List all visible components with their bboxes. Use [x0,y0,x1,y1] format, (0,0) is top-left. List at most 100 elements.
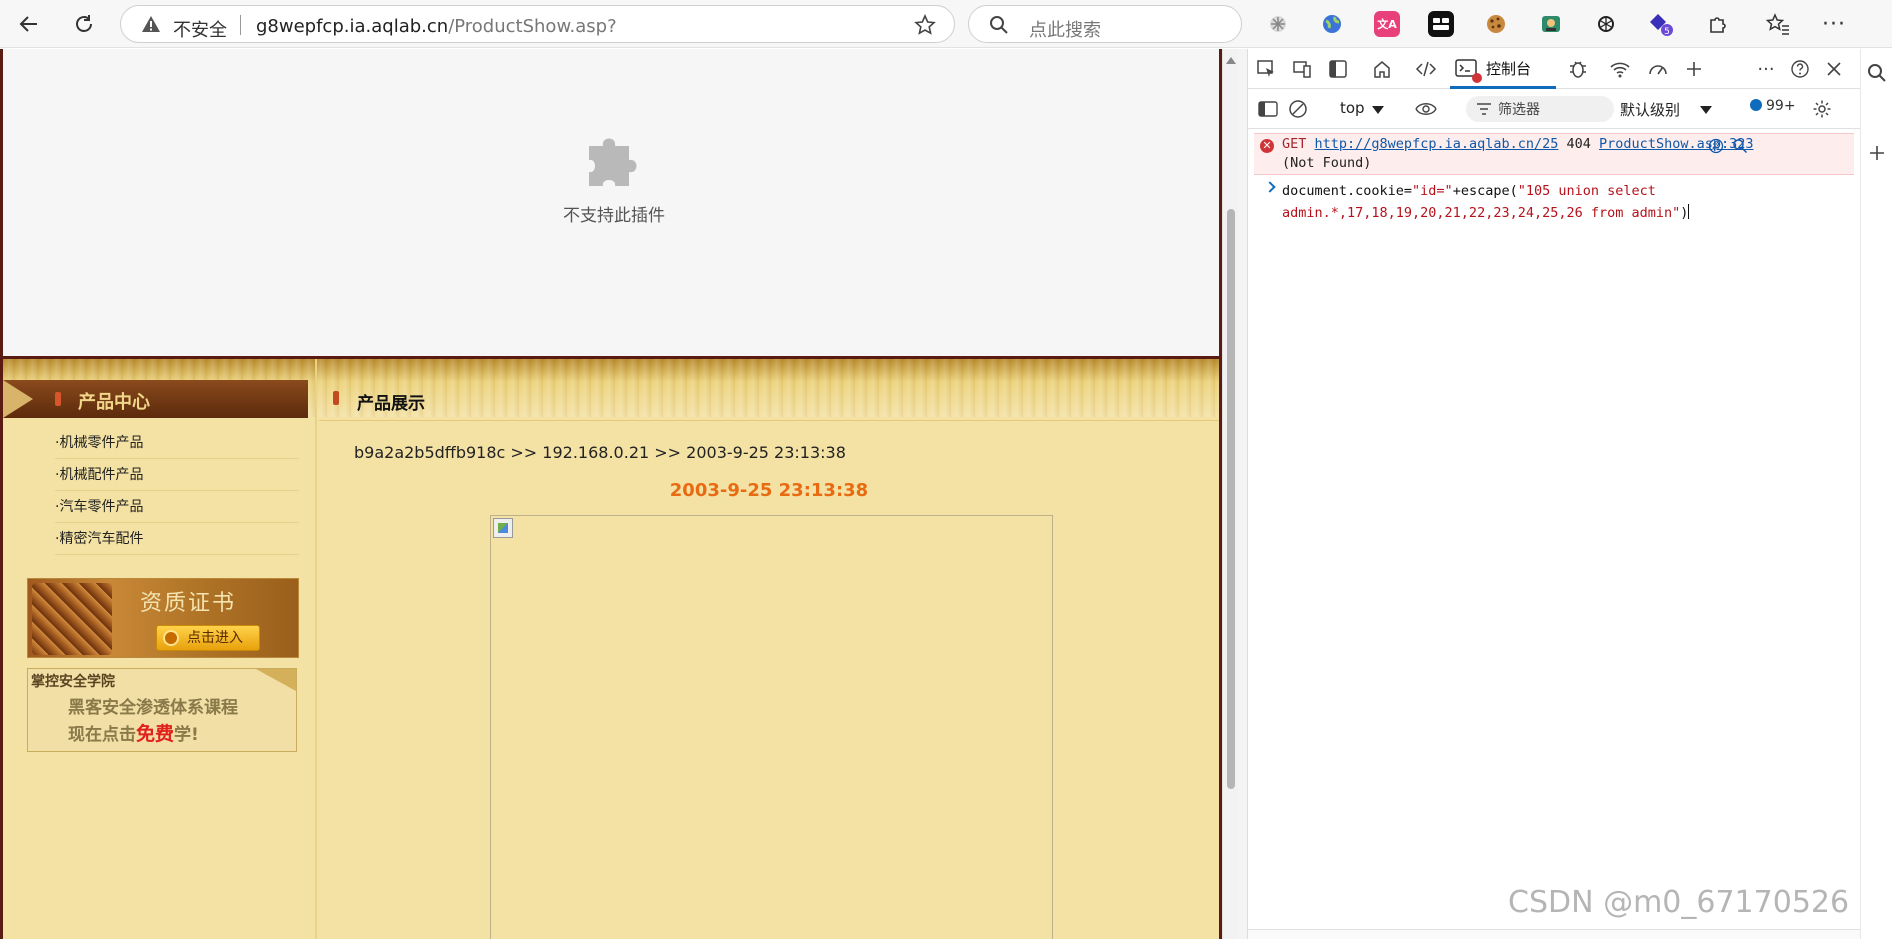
arrow-decoration-icon [3,380,33,418]
tab-console[interactable]: 控制台 [1450,49,1556,89]
message-count: 99+ [1766,98,1796,114]
network-info-icon[interactable] [1704,134,1728,158]
level-caret-icon[interactable] [1700,106,1712,114]
log-level-selector[interactable]: 默认级别 [1620,99,1680,120]
page-scrollbar[interactable] [1222,49,1238,939]
cmd-part2: +escape( [1452,183,1518,199]
error-status: 404 [1566,136,1591,152]
add-tool-plus-icon[interactable] [1682,57,1706,81]
openai-extension-icon[interactable] [1593,11,1619,37]
help-icon[interactable] [1788,57,1812,81]
devtools-splitter[interactable] [1238,49,1248,939]
globe-extension-icon[interactable] [1319,11,1345,37]
ad-free-line: 现在点击免费学! [68,719,199,746]
search-icon [989,15,1009,39]
plugin-puzzle-icon [589,138,637,186]
csdn-watermark: CSDN @m0_67170526 [1508,885,1850,920]
scroll-up-arrow-icon[interactable] [1226,57,1236,64]
context-selector[interactable]: top [1340,99,1365,117]
snowflake-extension-icon[interactable] [1265,11,1291,37]
play-dot-icon [163,630,179,646]
translate-extension-icon[interactable]: 文A [1374,11,1400,37]
cmd-string1: "id=" [1412,183,1453,199]
search-message-icon[interactable] [1728,134,1752,158]
warning-icon[interactable] [141,15,161,37]
sidebar-add-icon[interactable] [1865,141,1889,165]
search-placeholder: 点此搜索 [1029,20,1101,41]
ad-corner-decoration [256,669,296,691]
product-image-frame [490,515,1053,939]
welcome-home-icon[interactable] [1370,57,1394,81]
academy-ad-banner[interactable]: 掌控安全学院 黑客安全渗透体系课程 现在点击免费学! [27,668,297,752]
product-site: 产品中心 ·机械零件产品 ·机械配件产品 ·汽车零件产品 ·精密汽车配件 资质证… [0,359,1222,939]
prompt-chevron-icon [1264,181,1276,193]
certificate-banner[interactable]: 资质证书 点击进入 [27,578,299,658]
gem-extension-icon[interactable]: 5 [1648,11,1674,37]
console-settings-gear-icon[interactable] [1810,97,1834,121]
header-mark-icon [55,392,61,406]
unsupported-plugin-area: 不支持此插件 [0,49,1222,359]
extensions-puzzle-icon[interactable] [1705,11,1731,37]
category-item[interactable]: ·机械零件产品 [55,427,299,459]
devtools-more-icon[interactable]: ··· [1754,57,1778,81]
reader-extension-icon[interactable] [1538,11,1564,37]
close-devtools-icon[interactable] [1822,57,1846,81]
product-main: 产品展示 b9a2a2b5dffb918c >> 192.168.0.21 >>… [319,359,1219,939]
console-command-entry[interactable]: document.cookie="id="+escape("105 union … [1254,181,1854,229]
product-date-title: 2003-9-25 23:13:38 [669,480,869,501]
live-expression-eye-icon[interactable] [1414,97,1438,121]
performance-gauge-icon[interactable] [1646,57,1670,81]
message-count-badge[interactable]: 99+ [1750,98,1796,114]
favorite-star-icon[interactable] [914,14,936,40]
category-item[interactable]: ·机械配件产品 [55,459,299,491]
url-text[interactable]: g8wepfcp.ia.aqlab.cn/ProductShow.asp? [256,16,617,37]
cmd-string2b: admin.*,17,18,19,20,21,22,23,24,25,26 fr… [1282,205,1681,221]
console-toolbar: top 筛选器 默认级别 99+ [1248,89,1860,129]
context-caret-icon[interactable] [1372,106,1384,114]
console-error-dot-icon [1472,73,1482,83]
category-item[interactable]: ·汽车零件产品 [55,491,299,523]
header-mark-icon [333,391,339,405]
product-show-title: 产品展示 [357,394,425,414]
category-list: ·机械零件产品 ·机械配件产品 ·汽车零件产品 ·精密汽车配件 [55,427,299,555]
console-tab-label: 控制台 [1486,60,1532,78]
favorites-icon[interactable] [1765,11,1791,37]
error-url-link[interactable]: http://g8wepfcp.ia.aqlab.cn/25 [1315,136,1559,152]
devtools-bottom-bar [1248,929,1860,939]
back-button[interactable] [14,9,44,39]
product-show-header: 产品展示 [319,387,1219,421]
url-path: /ProductShow.asp? [448,16,617,37]
ad-course-line: 黑客安全渗透体系课程 [68,698,238,718]
browser-sidebar [1860,49,1892,939]
scrollbar-thumb[interactable] [1227,209,1235,789]
elements-code-icon[interactable] [1414,57,1438,81]
sources-bug-icon[interactable] [1566,57,1590,81]
message-bubble-icon [1750,99,1762,111]
product-info-line: b9a2a2b5dffb918c >> 192.168.0.21 >> 2003… [354,443,846,462]
tab-manager-extension-icon[interactable] [1428,11,1454,37]
cmd-part3: ) [1680,205,1689,221]
reload-button[interactable] [69,9,99,39]
address-bar[interactable]: 不安全 g8wepfcp.ia.aqlab.cn/ProductShow.asp… [120,5,955,43]
text-cursor [1688,204,1690,219]
search-box[interactable]: 点此搜索 [968,5,1242,43]
category-item[interactable]: ·精密汽车配件 [55,523,299,555]
console-filter-input[interactable]: 筛选器 [1466,96,1614,122]
ad-school-name: 掌控安全学院 [31,674,115,690]
dock-side-icon[interactable] [1326,57,1350,81]
network-wifi-icon[interactable] [1608,57,1632,81]
more-menu-icon[interactable]: ··· [1821,11,1847,37]
certificate-title: 资质证书 [140,591,237,616]
sidebar-search-icon[interactable] [1865,61,1889,85]
insecure-label[interactable]: 不安全 [173,16,227,42]
url-host: g8wepfcp.ia.aqlab.cn [256,16,449,37]
cookie-extension-icon[interactable] [1483,11,1509,37]
enter-button[interactable]: 点击进入 [156,625,260,651]
broken-image-icon [493,518,513,538]
sidebar-toggle-icon[interactable] [1256,97,1280,121]
address-separator [240,15,241,35]
clear-console-icon[interactable] [1286,97,1310,121]
plugin-unsupported-text: 不支持此插件 [563,206,665,226]
device-emulation-icon[interactable] [1290,57,1314,81]
inspect-element-icon[interactable] [1254,57,1278,81]
